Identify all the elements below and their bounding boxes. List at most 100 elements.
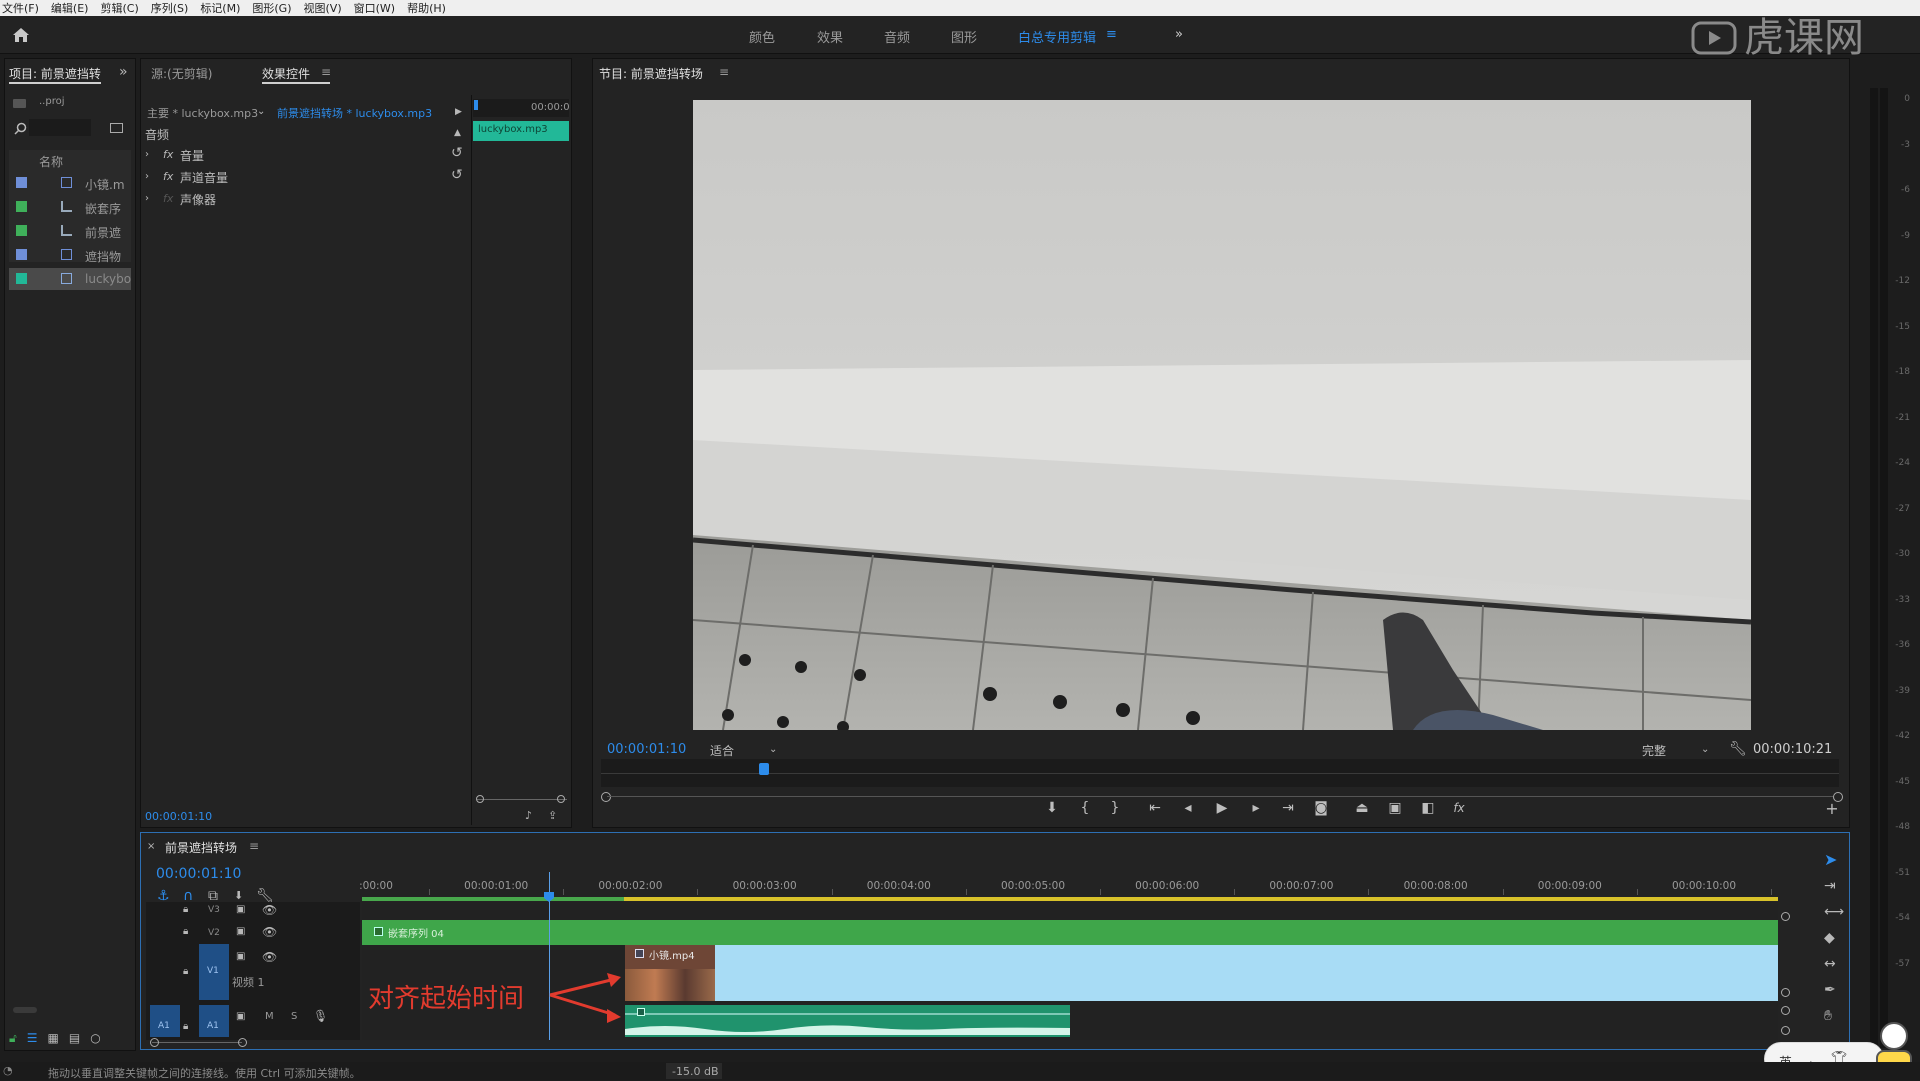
program-scrubber[interactable]: [601, 759, 1839, 787]
a-scroll-handle[interactable]: [1781, 1006, 1790, 1015]
v-scroll-handle-top[interactable]: [1781, 912, 1790, 921]
fx-icon[interactable]: fx: [163, 192, 173, 206]
snap-icon[interactable]: ∩: [183, 889, 193, 903]
effect-timecode[interactable]: 00:00:01:10: [145, 810, 212, 823]
menu-graphics[interactable]: 图形(G): [252, 0, 291, 16]
timeline-tab[interactable]: 前景遮挡转场: [165, 839, 237, 856]
sort-icon[interactable]: ○: [90, 1031, 100, 1045]
sync-lock-icon[interactable]: ▣: [236, 903, 245, 917]
workspace-color[interactable]: 颜色: [749, 27, 775, 46]
list-view-icon[interactable]: ☰: [27, 1031, 38, 1045]
export-icon[interactable]: ⇪: [548, 809, 557, 823]
zoom-handle-left[interactable]: [601, 792, 611, 802]
track-select-icon[interactable]: ⇥: [1824, 879, 1836, 893]
fx-icon[interactable]: fx: [1450, 801, 1468, 815]
expand-icon[interactable]: ›: [145, 192, 149, 206]
lift-icon[interactable]: ⏏: [1353, 801, 1371, 815]
expand-icon[interactable]: ›: [145, 170, 149, 184]
add-marker-icon[interactable]: ⬇: [1043, 801, 1061, 815]
sync-lock-icon[interactable]: ▣: [236, 950, 245, 964]
workspace-menu-icon[interactable]: ≡: [1106, 27, 1117, 42]
workspace-custom[interactable]: 白总专用剪辑: [1018, 27, 1096, 46]
menu-window[interactable]: 窗口(W): [354, 0, 395, 16]
fit-dropdown[interactable]: 适合: [710, 742, 734, 759]
zoom-slider[interactable]: [13, 1007, 37, 1013]
lock-icon[interactable]: 🔒︎: [183, 1020, 188, 1034]
new-bin-icon[interactable]: [110, 123, 123, 133]
panel-menu-icon[interactable]: ≡: [321, 65, 331, 79]
wrench-icon[interactable]: 🔧︎: [1729, 742, 1747, 756]
program-playhead[interactable]: [759, 763, 769, 775]
program-timecode[interactable]: 00:00:01:10: [607, 742, 686, 757]
audio-clip[interactable]: [625, 1005, 1070, 1037]
add-marker-icon[interactable]: ⬇: [234, 889, 243, 903]
solo-audio-icon[interactable]: ♪: [525, 809, 532, 823]
menu-edit[interactable]: 编辑(E): [51, 0, 89, 16]
menu-file[interactable]: 文件(F): [2, 0, 39, 16]
nest-toggle-icon[interactable]: ⚓︎: [157, 889, 170, 903]
add-button-icon[interactable]: +: [1823, 801, 1841, 817]
step-forward-icon[interactable]: ▸: [1247, 801, 1265, 815]
workspace-audio[interactable]: 音频: [884, 27, 910, 46]
play-icon[interactable]: ▶: [1213, 801, 1231, 815]
fx-icon[interactable]: fx: [163, 148, 173, 162]
solo-button[interactable]: S: [291, 1011, 297, 1022]
extract-icon[interactable]: ▣: [1386, 801, 1404, 815]
reset-icon[interactable]: ↺: [451, 146, 463, 160]
v-scroll-handle[interactable]: [1781, 988, 1790, 997]
workspace-effects[interactable]: 效果: [817, 27, 843, 46]
chevron-down-icon[interactable]: ⌄: [769, 743, 777, 757]
video-clip[interactable]: 小镜.mp4: [625, 945, 1778, 1001]
track-zoom-bar[interactable]: [152, 1042, 242, 1043]
zoom-handle-left[interactable]: [476, 795, 484, 803]
project-search-input[interactable]: [29, 119, 91, 136]
selection-tool-icon[interactable]: ➤: [1824, 852, 1837, 868]
mini-playhead[interactable]: [474, 100, 478, 110]
track-zoom-handle-right[interactable]: [238, 1038, 247, 1047]
a1-target[interactable]: A1: [199, 1005, 229, 1037]
razor-tool-icon[interactable]: ◆: [1824, 931, 1835, 945]
sequence-clip-label[interactable]: 前景遮挡转场 * luckybox.mp3: [277, 105, 432, 121]
lock-icon[interactable]: 🔒︎: [183, 965, 188, 979]
track-zoom-handle-left[interactable]: [150, 1038, 159, 1047]
menu-sequence[interactable]: 序列(S): [151, 0, 189, 16]
lock-icon[interactable]: 🔓︎: [9, 1031, 17, 1045]
track-label[interactable]: V3: [208, 905, 220, 915]
track-label[interactable]: V2: [208, 928, 220, 938]
eye-icon[interactable]: 👁︎: [262, 903, 277, 917]
mark-out-icon[interactable]: }: [1106, 801, 1124, 815]
reset-icon[interactable]: ↺: [451, 168, 463, 182]
zoom-bar[interactable]: [607, 796, 1833, 797]
source-tab[interactable]: 源:(无剪辑): [151, 65, 212, 82]
video-frame[interactable]: [693, 100, 1751, 730]
column-name-header[interactable]: 名称: [39, 153, 63, 170]
panel-menu-icon[interactable]: ≡: [719, 65, 729, 79]
program-tab[interactable]: 节目: 前景遮挡转场: [599, 65, 703, 82]
v1-source-target[interactable]: V1: [199, 944, 229, 1000]
linked-selection-icon[interactable]: ⧉: [208, 889, 218, 903]
mute-button[interactable]: M: [265, 1011, 274, 1022]
a-scroll-handle-bottom[interactable]: [1781, 1026, 1790, 1035]
quality-dropdown[interactable]: 完整: [1642, 742, 1666, 759]
panel-expand-icon[interactable]: »: [119, 65, 128, 79]
freeform-view-icon[interactable]: ▤: [69, 1031, 80, 1045]
scroll-up-icon[interactable]: ▲: [454, 126, 461, 140]
panel-menu-icon[interactable]: ≡: [249, 839, 259, 853]
sync-lock-icon[interactable]: ▣: [236, 925, 245, 939]
hand-tool-icon[interactable]: ✋︎: [1824, 1009, 1832, 1023]
lock-icon[interactable]: 🔒︎: [183, 903, 188, 917]
master-clip-label[interactable]: 主要 * luckybox.mp3: [147, 105, 258, 121]
compare-icon[interactable]: ◧: [1419, 801, 1437, 815]
chevron-down-icon[interactable]: ⌄: [257, 105, 265, 119]
timeline-timecode[interactable]: 00:00:01:10: [156, 866, 241, 882]
workspace-graphics[interactable]: 图形: [951, 27, 977, 46]
project-tab[interactable]: 项目: 前景遮挡转: [9, 65, 101, 82]
zoom-handle-right[interactable]: [557, 795, 565, 803]
menu-help[interactable]: 帮助(H): [407, 0, 446, 16]
microphone-icon[interactable]: 🎙︎: [313, 1009, 328, 1023]
menu-clip[interactable]: 剪辑(C): [100, 0, 138, 16]
a1-source-patch[interactable]: A1: [150, 1005, 180, 1037]
menu-marker[interactable]: 标记(M): [200, 0, 240, 16]
sync-lock-icon[interactable]: ▣: [236, 1010, 245, 1024]
lock-icon[interactable]: 🔒︎: [183, 925, 188, 939]
